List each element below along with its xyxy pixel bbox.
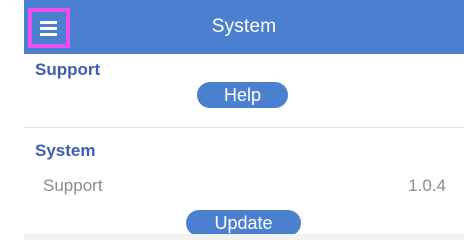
bottom-divider (24, 234, 464, 240)
update-button[interactable]: Update (186, 210, 301, 236)
version-value: 1.0.4 (408, 176, 446, 195)
page-title: System (211, 16, 277, 37)
system-section-title: System (35, 141, 96, 160)
help-button[interactable]: Help (197, 82, 288, 108)
section-divider (24, 127, 464, 128)
app-bar: System (24, 0, 464, 54)
settings-screen: System Support Help System Support 1.0.4… (0, 0, 464, 240)
support-section-title: Support (35, 60, 101, 79)
menu-button[interactable] (28, 8, 70, 48)
support-row-label: Support (43, 176, 103, 195)
